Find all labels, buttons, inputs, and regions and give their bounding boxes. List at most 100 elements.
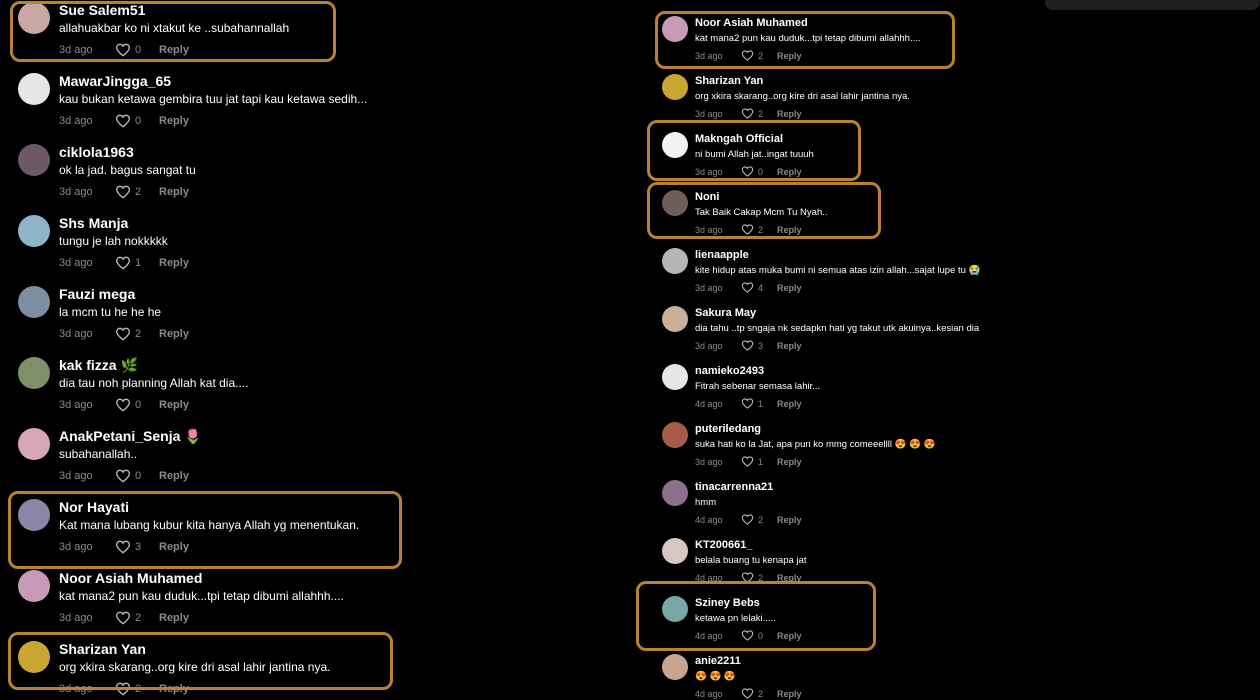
- comment-username[interactable]: Sakura May: [695, 307, 756, 319]
- comment-text: subahanallah..: [59, 447, 138, 461]
- reply-button[interactable]: Reply: [777, 109, 802, 119]
- avatar[interactable]: [662, 364, 688, 390]
- comment-text: belala buang tu kenapa jat: [695, 555, 807, 566]
- comment-item: tinacarrenna21 hmm 4d ago 2 Reply: [630, 476, 1260, 534]
- like-count: 0: [135, 115, 142, 127]
- avatar[interactable]: [18, 215, 50, 247]
- comment-meta: 3d ago 1 Reply: [59, 255, 189, 271]
- comment-meta: 4d ago 1 Reply: [695, 397, 802, 410]
- reply-button[interactable]: Reply: [777, 283, 802, 293]
- avatar[interactable]: [662, 306, 688, 332]
- like-count: 2: [758, 108, 764, 119]
- reply-button[interactable]: Reply: [159, 186, 189, 198]
- highlight-frame: [8, 632, 393, 690]
- like-count: 2: [758, 514, 764, 525]
- heart-icon[interactable]: [741, 397, 754, 410]
- comment-time: 4d ago: [695, 514, 723, 525]
- comment-item: AnakPetani_Senja 🌷 subahanallah.. 3d ago 0 R…: [0, 422, 630, 493]
- like-count: 2: [135, 186, 142, 198]
- heart-icon[interactable]: [741, 107, 754, 120]
- highlight-frame: [655, 11, 955, 69]
- comment-text: kat mana2 pun kau duduk...tpi tetap dibu…: [59, 589, 344, 603]
- reply-button[interactable]: Reply: [159, 470, 189, 482]
- comment-username[interactable]: lienaapple: [695, 249, 749, 261]
- reply-button[interactable]: Reply: [159, 328, 189, 340]
- comment-meta: 3d ago 0 Reply: [59, 113, 189, 129]
- reply-button[interactable]: Reply: [159, 612, 189, 624]
- avatar[interactable]: [18, 428, 50, 460]
- comment-username[interactable]: anie2211: [695, 655, 741, 667]
- comment-username[interactable]: MawarJingga_65: [59, 73, 171, 89]
- avatar[interactable]: [18, 73, 50, 105]
- reply-button[interactable]: Reply: [159, 115, 189, 127]
- heart-icon[interactable]: [115, 326, 131, 342]
- like-count: 3: [758, 340, 764, 351]
- top-scroll-bar[interactable]: [1045, 0, 1260, 10]
- comment-item: Shs Manja tungu je lah nokkkkk 3d ago 1 Repl…: [0, 209, 630, 280]
- avatar[interactable]: [18, 144, 50, 176]
- avatar[interactable]: [662, 74, 688, 100]
- avatar[interactable]: [662, 654, 688, 680]
- comment-username[interactable]: puteriledang: [695, 423, 761, 435]
- comment-username[interactable]: Fauzi mega: [59, 286, 135, 302]
- heart-icon[interactable]: [741, 687, 754, 700]
- comment-username[interactable]: namieko2493: [695, 365, 764, 377]
- avatar[interactable]: [662, 480, 688, 506]
- comment-username[interactable]: KT200661_: [695, 539, 753, 551]
- highlight-frame: [647, 120, 861, 181]
- reply-button[interactable]: Reply: [777, 341, 802, 351]
- comment-text: org xkira skarang..org kire dri asal lah…: [695, 91, 910, 102]
- comment-item: MawarJingga_65kau bukan ketawa gembira t…: [0, 67, 630, 138]
- comment-username[interactable]: ciklola1963: [59, 144, 134, 160]
- comment-username[interactable]: kak fizza 🌿: [59, 357, 138, 374]
- comment-text: kite hidup atas muka bumi ni semua atas …: [695, 265, 981, 276]
- heart-icon[interactable]: [741, 339, 754, 352]
- like-count: 2: [135, 328, 142, 340]
- heart-icon[interactable]: [115, 397, 131, 413]
- avatar[interactable]: [18, 570, 50, 602]
- reply-button[interactable]: Reply: [159, 399, 189, 411]
- avatar[interactable]: [18, 357, 50, 389]
- avatar[interactable]: [18, 286, 50, 318]
- comment-text: dia tau noh planning Allah kat dia....: [59, 376, 249, 390]
- comment-text: kau bukan ketawa gembira tuu jat tapi ka…: [59, 92, 368, 106]
- comment-text: tungu je lah nokkkkk: [59, 234, 168, 248]
- reply-button[interactable]: Reply: [777, 399, 802, 409]
- reply-button[interactable]: Reply: [777, 689, 802, 699]
- reply-button[interactable]: Reply: [777, 515, 802, 525]
- comment-meta: 3d ago 2 Reply: [695, 107, 802, 120]
- heart-icon[interactable]: [115, 184, 131, 200]
- heart-icon[interactable]: [115, 468, 131, 484]
- comment-time: 4d ago: [695, 398, 723, 409]
- heart-icon[interactable]: [115, 113, 131, 129]
- heart-icon[interactable]: [115, 610, 131, 626]
- comment-username[interactable]: Shs Manja: [59, 215, 128, 231]
- comment-meta: 3d ago 2 Reply: [59, 184, 189, 200]
- heart-icon[interactable]: [741, 455, 754, 468]
- reply-button[interactable]: Reply: [777, 457, 802, 467]
- comment-item: anie2211 😍 😍 😍 4d ago 2 Reply: [630, 650, 1260, 700]
- comment-item: Fauzi mega la mcm tu he he he 3d ago 2 Reply: [0, 280, 630, 351]
- comment-text: suka hati ko la Jat, apa pun ko mmg come…: [695, 439, 936, 450]
- comment-username[interactable]: Noor Asiah Muhamed: [59, 570, 202, 586]
- avatar[interactable]: [662, 422, 688, 448]
- comment-item: Sakura May dia tahu ..tp sngaja nk sedapk…: [630, 302, 1260, 360]
- heart-icon[interactable]: [741, 513, 754, 526]
- heart-icon[interactable]: [741, 281, 754, 294]
- comment-time: 3d ago: [695, 282, 723, 293]
- comment-time: 3d ago: [695, 456, 723, 467]
- comment-time: 3d ago: [59, 186, 93, 198]
- reply-button[interactable]: Reply: [159, 257, 189, 269]
- avatar[interactable]: [662, 538, 688, 564]
- comment-meta: 3d ago 1 Reply: [695, 455, 802, 468]
- comment-username[interactable]: AnakPetani_Senja 🌷: [59, 428, 202, 445]
- like-count: 1: [135, 257, 142, 269]
- comment-item: namieko2493 Fitrah sebenar semasa lahir..…: [630, 360, 1260, 418]
- comment-username[interactable]: tinacarrenna21: [695, 481, 773, 493]
- like-count: 0: [135, 399, 142, 411]
- highlight-frame: [636, 581, 876, 651]
- comment-username[interactable]: Sharizan Yan: [695, 75, 763, 87]
- comment-meta: 3d ago 0 Reply: [59, 468, 189, 484]
- heart-icon[interactable]: [115, 255, 131, 271]
- avatar[interactable]: [662, 248, 688, 274]
